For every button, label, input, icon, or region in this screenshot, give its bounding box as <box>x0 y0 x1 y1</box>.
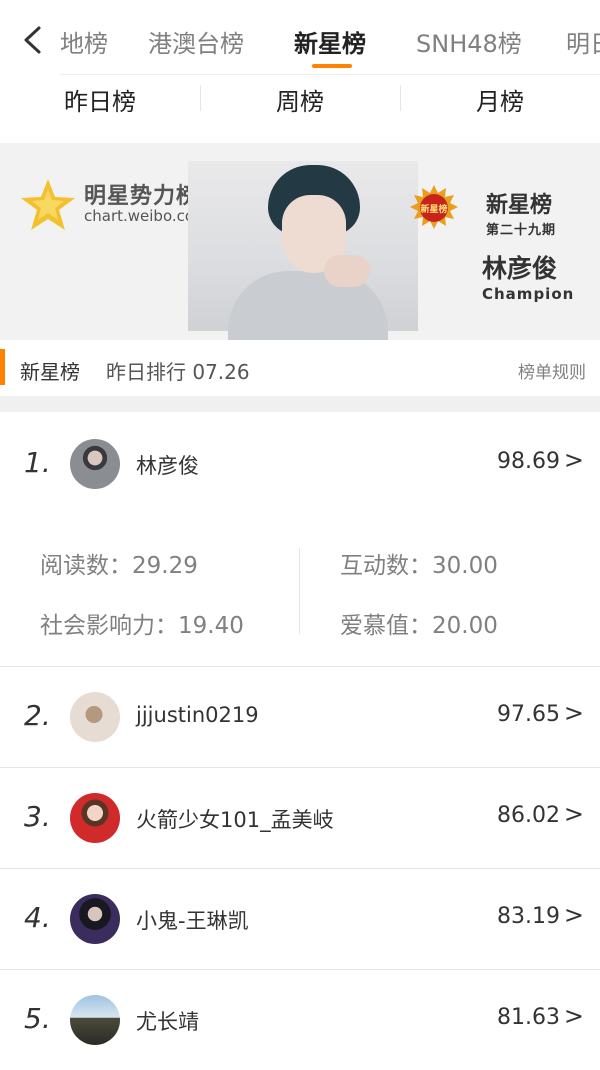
tab-partial-left[interactable]: 地榜 <box>60 24 108 59</box>
avatar <box>70 995 120 1045</box>
active-tab-indicator <box>312 64 352 68</box>
new-star-badge-icon: 新星榜 <box>410 185 458 229</box>
section-header: 新星榜 昨日排行 07.26 榜单规则 <box>0 340 600 396</box>
love-value: 爱慕值：20.00 <box>340 613 498 639</box>
interaction-count: 互动数：30.00 <box>340 553 498 579</box>
star-logo-icon <box>21 179 75 230</box>
section-accent-bar <box>0 349 5 385</box>
section-gap <box>0 396 600 412</box>
tab-weekly[interactable]: 周榜 <box>200 75 400 123</box>
tab-partial-right[interactable]: 明日 <box>566 24 600 59</box>
star-name: 林彦俊 <box>136 454 199 478</box>
period-tabs: 昨日榜 周榜 月榜 <box>0 75 600 137</box>
score: 83.19 <box>497 904 560 929</box>
avatar <box>70 793 120 843</box>
chevron-right-icon: > <box>563 699 584 727</box>
rank-number: 1. <box>24 446 51 479</box>
rank-number: 3. <box>24 800 51 833</box>
section-title: 新星榜 <box>20 360 80 384</box>
photo-hand <box>324 255 370 287</box>
champion-label: Champion <box>482 285 575 303</box>
tab-hk-macau-taiwan[interactable]: 港澳台榜 <box>148 24 244 59</box>
list-item[interactable]: 5. 尤长靖 81.63 > <box>0 970 600 1070</box>
rules-link[interactable]: 榜单规则 <box>518 358 586 383</box>
score: 81.63 <box>497 1005 560 1030</box>
avatar <box>70 894 120 944</box>
tab-monthly[interactable]: 月榜 <box>400 75 600 123</box>
champion-photo <box>188 161 418 340</box>
score-detail-panel: 阅读数：29.29 互动数：30.00 社会影响力：19.40 爱慕值：20.0… <box>0 514 600 666</box>
social-influence: 社会影响力：19.40 <box>40 613 244 639</box>
rank-number: 4. <box>24 901 51 934</box>
read-count: 阅读数：29.29 <box>40 553 198 579</box>
banner-title: 新星榜 <box>486 193 553 218</box>
avatar <box>70 692 120 742</box>
star-name: 尤长靖 <box>136 1010 199 1034</box>
chevron-right-icon: > <box>563 901 584 929</box>
star-name: 火箭少女101_孟美岐 <box>136 808 334 832</box>
tab-yesterday[interactable]: 昨日榜 <box>0 75 200 123</box>
top-tab-bar: 地榜 港澳台榜 新星榜 SNH48榜 明日 <box>0 0 600 75</box>
chevron-right-icon: > <box>563 1002 584 1030</box>
banner-issue: 第二十九期 <box>486 223 557 238</box>
score: 98.69 <box>497 449 560 474</box>
tab-snh48[interactable]: SNH48榜 <box>416 24 522 59</box>
list-item[interactable]: 2. jjjustin0219 97.65 > <box>0 667 600 767</box>
back-button[interactable] <box>14 22 50 58</box>
list-item[interactable]: 3. 火箭少女101_孟美岐 86.02 > <box>0 768 600 868</box>
divider <box>299 548 300 634</box>
champion-name: 林彦俊 <box>482 254 558 283</box>
badge-text: 新星榜 <box>420 203 447 215</box>
chevron-right-icon: > <box>563 446 584 474</box>
chevron-right-icon: > <box>563 800 584 828</box>
rank-number: 2. <box>24 699 51 732</box>
score: 86.02 <box>497 803 560 828</box>
score: 97.65 <box>497 702 560 727</box>
chevron-left-icon <box>24 26 41 54</box>
list-item[interactable]: 1. 林彦俊 98.69 > <box>0 414 600 514</box>
list-item[interactable]: 4. 小鬼-王琳凯 83.19 > <box>0 869 600 969</box>
avatar <box>70 439 120 489</box>
star-name: jjjustin0219 <box>136 703 259 727</box>
banner-brand: 明星势力榜 <box>84 184 200 209</box>
star-name: 小鬼-王琳凯 <box>136 909 249 933</box>
champion-banner[interactable]: 明星势力榜 chart.weibo.com 新星榜 新星榜 第二十九期 林彦俊 … <box>0 143 600 340</box>
tab-new-star[interactable]: 新星榜 <box>294 24 366 59</box>
rank-number: 5. <box>24 1002 51 1035</box>
section-subtitle: 昨日排行 07.26 <box>106 360 250 384</box>
